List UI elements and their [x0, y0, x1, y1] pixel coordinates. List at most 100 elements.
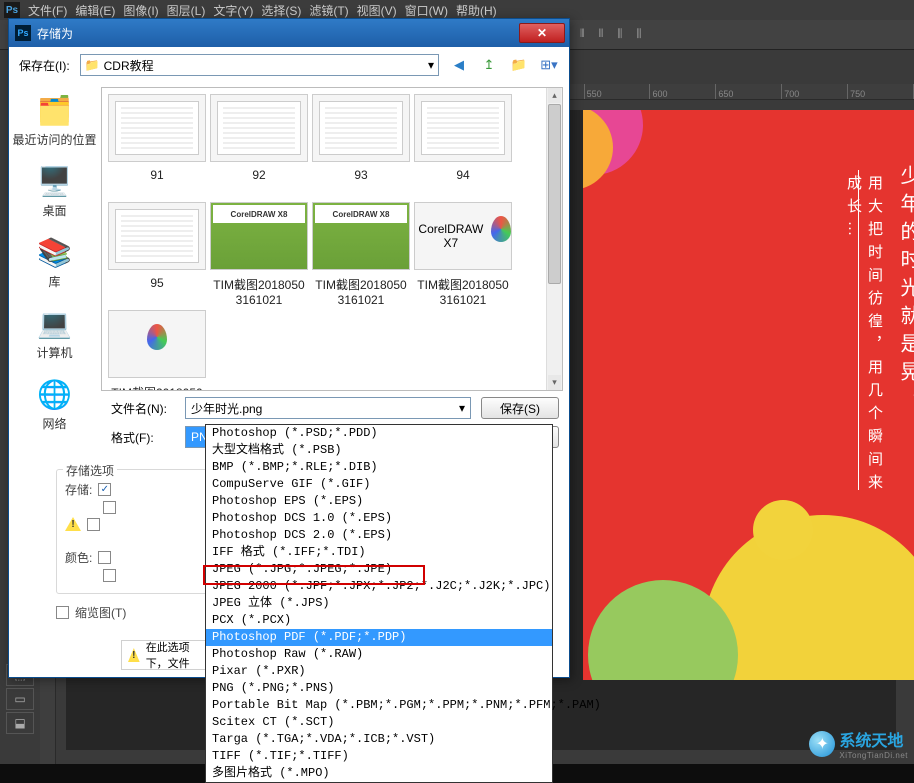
format-option[interactable]: BMP (*.BMP;*.RLE;*.DIB) [206, 459, 552, 476]
menu-view[interactable]: 视图(V) [357, 2, 397, 19]
new-folder-button[interactable]: 📁 [509, 55, 529, 75]
file-thumbnail[interactable]: 92 [210, 94, 308, 196]
format-option[interactable]: CompuServe GIF (*.GIF) [206, 476, 552, 493]
tool-item[interactable]: ▭ [6, 688, 34, 710]
menu-edit[interactable]: 编辑(E) [75, 2, 115, 19]
format-option[interactable]: JPEG (*.JPG;*.JPEG;*.JPE) [206, 561, 552, 578]
format-option[interactable]: Photoshop (*.PSD;*.PDD) [206, 425, 552, 442]
folder-icon: 📁 [85, 58, 100, 72]
file-label: TIM截图20180503161021 [312, 276, 410, 304]
place-desktop[interactable]: 🖥️桌面 [13, 160, 97, 227]
scroll-down-button[interactable]: ▾ [548, 375, 561, 390]
titlebar[interactable]: Ps 存储为 ✕ [9, 19, 569, 47]
warning-icon: ! [128, 648, 140, 662]
checkbox[interactable] [103, 501, 116, 514]
file-thumbnail[interactable]: CorelDRAW X7TIM截图20180503161021 [414, 202, 512, 304]
file-pane[interactable]: 9192939495CorelDRAW X8TIM截图2018050316102… [101, 87, 563, 391]
menu-select[interactable]: 选择(S) [261, 2, 301, 19]
file-thumbnail[interactable]: 91 [108, 94, 206, 196]
checkbox[interactable] [98, 551, 111, 564]
app-logo: Ps [4, 2, 20, 18]
warning-icon: ! [65, 517, 81, 531]
menu-layer[interactable]: 图层(L) [167, 2, 206, 19]
file-label: TIM截图201805031610 [108, 384, 206, 391]
file-thumbnail[interactable]: 94 [414, 94, 512, 196]
tool-item[interactable]: ⬓ [6, 712, 34, 734]
ps-icon: Ps [15, 25, 31, 41]
save-in-label: 保存在(I): [19, 57, 70, 74]
file-thumbnail[interactable]: 95 [108, 202, 206, 304]
format-option[interactable]: Photoshop DCS 2.0 (*.EPS) [206, 527, 552, 544]
file-thumbnail[interactable]: TIM截图201805031610 [108, 310, 206, 391]
place-network[interactable]: 🌐网络 [13, 373, 97, 440]
scroll-thumb[interactable] [548, 104, 561, 284]
file-label: 94 [414, 168, 512, 196]
format-option[interactable]: JPEG 2000 (*.JPF;*.JPX;*.JP2;*.J2C;*.J2K… [206, 578, 552, 595]
save-button[interactable]: 保存(S) [481, 397, 559, 419]
chevron-down-icon: ▾ [428, 58, 434, 72]
file-label: 95 [108, 276, 206, 304]
decor-circle [753, 500, 813, 560]
filename-input[interactable]: 少年时光.png▾ [185, 397, 471, 419]
folder-select[interactable]: 📁CDR教程 ▾ [80, 54, 439, 76]
checkbox[interactable] [87, 518, 100, 531]
format-option[interactable]: Targa (*.TGA;*.VDA;*.ICB;*.VST) [206, 731, 552, 748]
format-option[interactable]: Portable Bit Map (*.PBM;*.PGM;*.PPM;*.PN… [206, 697, 552, 714]
checkbox[interactable]: ✓ [98, 483, 111, 496]
distribute-icon[interactable]: ⫼ [636, 28, 641, 41]
menu-image[interactable]: 图像(I) [123, 2, 158, 19]
format-option[interactable]: Photoshop EPS (*.EPS) [206, 493, 552, 510]
thumbnail-label: 缩览图(T) [75, 604, 126, 621]
artwork-text-1: 少年的时光就是晃， [894, 165, 914, 505]
format-option[interactable]: 大型文档格式 (*.PSB) [206, 442, 552, 459]
format-option[interactable]: TIFF (*.TIF;*.TIFF) [206, 748, 552, 765]
format-label: 格式(F): [111, 429, 175, 446]
format-option[interactable]: Photoshop DCS 1.0 (*.EPS) [206, 510, 552, 527]
scrollbar[interactable]: ▴ ▾ [546, 88, 562, 390]
format-option[interactable]: JPEG 立体 (*.JPS) [206, 595, 552, 612]
align-icon[interactable]: ⫴ [599, 28, 604, 41]
file-label: 93 [312, 168, 410, 196]
file-thumbnail[interactable]: CorelDRAW X8TIM截图20180503161021 [210, 202, 308, 304]
menu-filter[interactable]: 滤镜(T) [309, 2, 348, 19]
back-button[interactable]: ◀ [449, 55, 469, 75]
format-option[interactable]: PCX (*.PCX) [206, 612, 552, 629]
format-option[interactable]: Pixar (*.PXR) [206, 663, 552, 680]
format-option[interactable]: Photoshop PDF (*.PDF;*.PDP) [206, 629, 552, 646]
menu-file[interactable]: 文件(F) [28, 2, 67, 19]
format-option[interactable]: Scitex CT (*.SCT) [206, 714, 552, 731]
options-title: 存储选项 [63, 462, 117, 479]
format-dropdown[interactable]: Photoshop (*.PSD;*.PDD)大型文档格式 (*.PSB)BMP… [205, 424, 553, 783]
thumbnail-checkbox[interactable] [56, 606, 69, 619]
place-library[interactable]: 📚库 [13, 231, 97, 298]
filename-label: 文件名(N): [111, 400, 175, 417]
dialog-title: 存储为 [37, 25, 73, 42]
file-thumbnail[interactable]: CorelDRAW X8TIM截图20180503161021 [312, 202, 410, 304]
places-bar: 🗂️最近访问的位置 🖥️桌面 📚库 💻计算机 🌐网络 [9, 83, 101, 391]
artwork: 少年的时光就是晃， 用大把时间彷徨，用几个瞬间来成长… [583, 110, 914, 680]
place-computer[interactable]: 💻计算机 [13, 302, 97, 369]
file-label: TIM截图20180503161021 [414, 276, 512, 304]
artwork-text-2: 用大把时间彷徨，用几个瞬间来成长… [843, 175, 885, 515]
file-thumbnail[interactable]: 93 [312, 94, 410, 196]
format-option[interactable]: 多图片格式 (*.MPO) [206, 765, 552, 782]
watermark-icon: ✦ [809, 731, 835, 757]
place-recent[interactable]: 🗂️最近访问的位置 [13, 89, 97, 156]
file-label: 92 [210, 168, 308, 196]
distribute-icon[interactable]: ⫼ [617, 28, 622, 41]
checkbox[interactable] [103, 569, 116, 582]
scroll-up-button[interactable]: ▴ [548, 88, 561, 103]
file-label: TIM截图20180503161021 [210, 276, 308, 304]
up-button[interactable]: ↥ [479, 55, 499, 75]
align-icon[interactable]: ⫴ [580, 28, 585, 41]
menu-type[interactable]: 文字(Y) [213, 2, 253, 19]
watermark: ✦ 系统天地XiTongTianDi.net [809, 727, 908, 760]
menu-help[interactable]: 帮助(H) [456, 2, 497, 19]
view-menu-button[interactable]: ⊞▾ [539, 55, 559, 75]
format-option[interactable]: IFF 格式 (*.IFF;*.TDI) [206, 544, 552, 561]
hint-box: !在此选项下，文件 [121, 640, 217, 670]
format-option[interactable]: Photoshop Raw (*.RAW) [206, 646, 552, 663]
close-button[interactable]: ✕ [519, 23, 565, 43]
format-option[interactable]: PNG (*.PNG;*.PNS) [206, 680, 552, 697]
menu-window[interactable]: 窗口(W) [405, 2, 448, 19]
